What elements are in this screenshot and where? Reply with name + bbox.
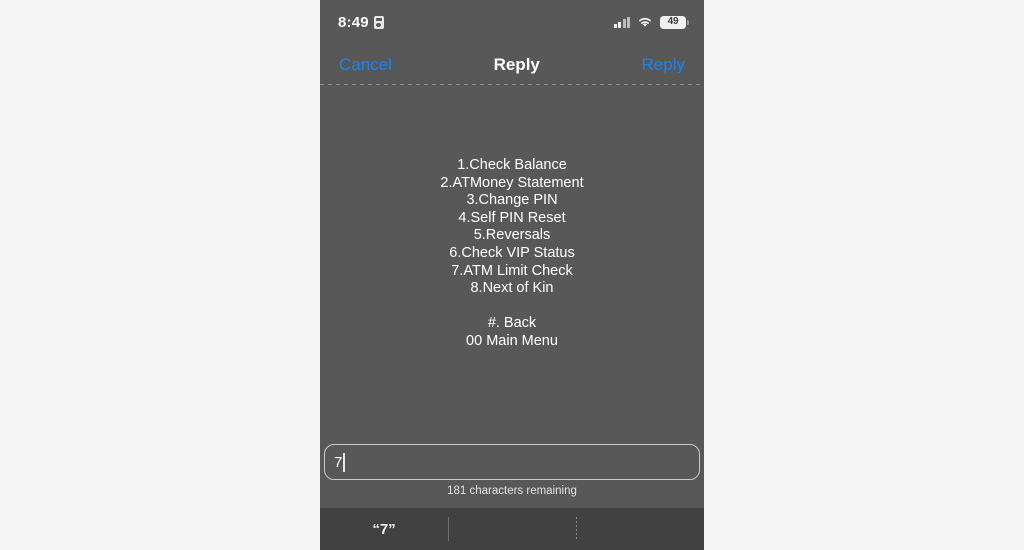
- page-title: Reply: [493, 54, 540, 74]
- message-line: 4.Self PIN Reset: [458, 209, 566, 226]
- suggestion-item-0[interactable]: “7”: [320, 508, 448, 550]
- message-line: #. Back: [487, 315, 537, 332]
- message-line: 2.ATMoney Statement: [440, 174, 584, 191]
- cancel-button[interactable]: Cancel: [339, 56, 392, 73]
- reply-input-value: 7: [334, 453, 343, 471]
- predictive-text-bar: “7”: [320, 508, 704, 550]
- cellular-signal-icon: [613, 16, 630, 28]
- status-bar-left: 8:49: [338, 14, 384, 31]
- message-line: 6.Check VIP Status: [449, 244, 575, 261]
- reply-input[interactable]: 7: [324, 444, 700, 480]
- message-line: 00 Main Menu: [466, 332, 558, 349]
- text-cursor-caret: [343, 452, 345, 472]
- reply-send-button[interactable]: Reply: [642, 56, 685, 73]
- suggestion-divider-solid: [448, 517, 449, 541]
- suggestion-divider-dotted: [576, 517, 577, 541]
- message-line-blank: [320, 298, 704, 316]
- message-line: 1.Check Balance: [457, 157, 567, 173]
- status-bar-right: 49: [613, 15, 689, 29]
- reply-input-container: 7: [320, 444, 704, 480]
- battery-icon: 49: [660, 15, 689, 29]
- message-line: 7.ATM Limit Check: [451, 262, 573, 279]
- message-line: 8.Next of Kin: [470, 280, 554, 297]
- message-line: 5.Reversals: [473, 227, 551, 244]
- wifi-icon: [637, 16, 653, 28]
- message-line: 3.Change PIN: [466, 192, 558, 209]
- status-time: 8:49: [338, 13, 369, 31]
- nav-bar: Cancel Reply Reply: [320, 44, 704, 84]
- status-bar: 8:49 49: [320, 0, 704, 44]
- phone-screen: 8:49 49 Cancel Reply Reply 1.Check Balan…: [320, 0, 704, 550]
- message-body: 1.Check Balance 2.ATMoney Statement 3.Ch…: [320, 85, 704, 440]
- sim-card-icon: [373, 15, 384, 29]
- suggestion-label: “7”: [372, 520, 396, 538]
- suggestion-item-2[interactable]: [576, 508, 704, 550]
- character-counter: 181 characters remaining: [447, 485, 577, 497]
- suggestion-item-1[interactable]: [448, 508, 576, 550]
- battery-level-label: 49: [667, 16, 679, 27]
